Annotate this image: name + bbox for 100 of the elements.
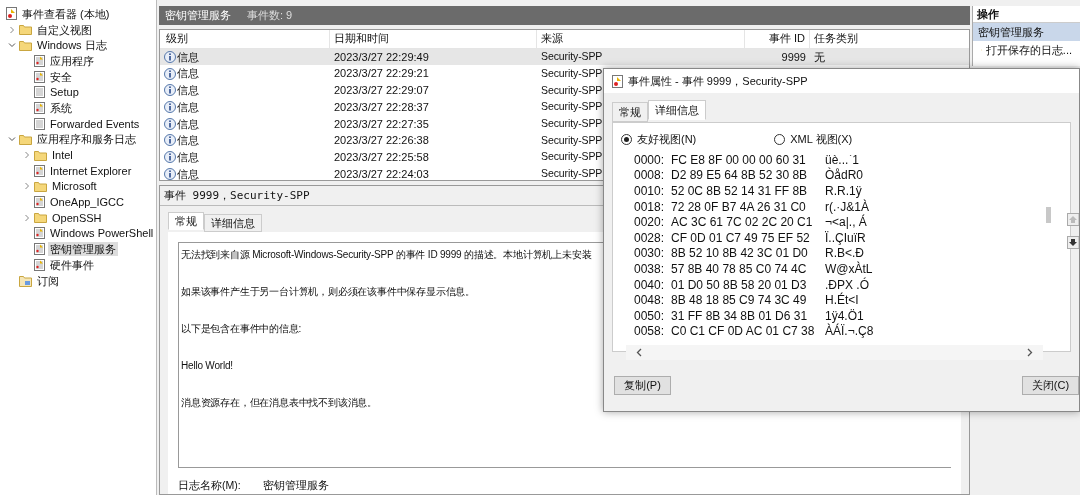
dialog-button[interactable]: 关闭(C) bbox=[1022, 376, 1079, 395]
level-text: 信息 bbox=[177, 133, 199, 149]
tree-item[interactable]: 订阅 bbox=[35, 273, 61, 288]
hex-offset: 0000: bbox=[634, 155, 666, 169]
log-name-label: 日志名称(M): bbox=[178, 478, 242, 494]
event-id-cell-text: 9999 bbox=[780, 49, 807, 65]
log-title: 密钥管理服务 bbox=[165, 8, 231, 24]
hex-bytes: D2 89 E5 64 8B 52 30 8B bbox=[671, 167, 809, 185]
dialog-button[interactable]: 复制(P) bbox=[614, 376, 671, 395]
scroll-right-icon[interactable] bbox=[1027, 348, 1033, 357]
description-text: Hello World! bbox=[181, 359, 233, 374]
source-cell: Security-SPP bbox=[541, 99, 603, 115]
date-cell-text: 2023/3/27 22:26:38 bbox=[333, 133, 430, 149]
chevron-right-icon[interactable] bbox=[23, 213, 31, 222]
tree-item[interactable]: Windows PowerShell bbox=[48, 226, 156, 241]
tree-item[interactable]: Setup bbox=[48, 85, 81, 100]
date-cell-text: 2023/3/27 22:29:49 bbox=[333, 49, 430, 65]
hex-bytes: 8B 52 10 8B 42 3C 01 D0 bbox=[671, 245, 809, 263]
tree-item[interactable]: Microsoft bbox=[50, 179, 99, 194]
log-icon bbox=[34, 70, 45, 83]
hex-offset: 0010: bbox=[634, 183, 666, 200]
info-icon bbox=[164, 134, 176, 147]
subscription-icon bbox=[19, 274, 32, 287]
action-item[interactable]: 打开保存的日志... bbox=[973, 41, 1080, 59]
view-radio[interactable]: 友好视图(N) bbox=[621, 130, 697, 148]
hex-ascii: R.B<.Ð bbox=[825, 245, 864, 261]
horizontal-scrollbar[interactable] bbox=[626, 345, 1043, 360]
chevron-right-icon[interactable] bbox=[23, 182, 31, 191]
hex-ascii: üè...`1 bbox=[825, 155, 860, 167]
tree-item[interactable]: 系统 bbox=[48, 100, 74, 115]
hex-ascii: H.Ét<I bbox=[825, 291, 859, 309]
event-viewer-icon bbox=[612, 74, 623, 88]
date-cell-text: 2023/3/27 22:28:37 bbox=[333, 99, 430, 115]
level-text: 信息 bbox=[177, 83, 199, 99]
tab[interactable]: 详细信息 bbox=[204, 214, 262, 233]
column-header[interactable]: 事件 ID bbox=[745, 29, 810, 48]
actions-section[interactable]: 密钥管理服务 bbox=[973, 23, 1080, 41]
scroll-left-icon[interactable] bbox=[636, 348, 642, 357]
task-cell-text: 无 bbox=[813, 49, 826, 65]
log-icon bbox=[34, 54, 45, 67]
tree-item[interactable]: 硬件事件 bbox=[48, 257, 96, 272]
tree-item[interactable]: Internet Explorer bbox=[48, 163, 134, 178]
tree-item[interactable]: Intel bbox=[50, 148, 75, 163]
log-icon bbox=[34, 164, 45, 177]
tree-item[interactable]: 自定义视图 bbox=[35, 22, 94, 37]
description-text: 无法找到来自源 Microsoft-Windows-Security-SPP 的事件 ID 9999 的描述。本地计算机上未安装 bbox=[181, 248, 592, 263]
tree-item[interactable]: 应用程序和服务日志 bbox=[35, 132, 138, 147]
hex-ascii: ¬<a|., Á bbox=[825, 214, 867, 231]
hex-ascii: Ï..ÇIuïR bbox=[825, 229, 866, 247]
chevron-down-icon[interactable] bbox=[8, 41, 16, 50]
hex-offset: 0038: bbox=[634, 260, 666, 278]
tree-item[interactable]: 安全 bbox=[48, 69, 74, 84]
tree-item[interactable]: 密钥管理服务 bbox=[48, 242, 118, 257]
column-header[interactable]: 任务类别 bbox=[810, 29, 890, 48]
hex-bytes: 52 0C 8B 52 14 31 FF 8B bbox=[671, 183, 809, 200]
column-header[interactable]: 级别 bbox=[160, 29, 330, 48]
tab[interactable]: 常规 bbox=[612, 102, 648, 122]
hex-ascii: W@xÀtL bbox=[825, 260, 873, 277]
hex-bytes: AC 3C 61 7C 02 2C 20 C1 bbox=[671, 214, 814, 232]
tree-item[interactable]: Windows 日志 bbox=[35, 38, 109, 53]
description-text: 如果该事件产生于另一台计算机，则必须在该事件中保存显示信息。 bbox=[181, 285, 475, 300]
tree-item[interactable]: 应用程序 bbox=[48, 53, 96, 68]
hex-offset: 0048: bbox=[634, 292, 666, 310]
log-icon bbox=[34, 86, 45, 99]
view-radio[interactable]: XML 视图(X) bbox=[774, 130, 853, 148]
hex-offset: 0008: bbox=[634, 167, 666, 185]
column-header[interactable]: 来源 bbox=[537, 29, 745, 48]
chevron-right-icon[interactable] bbox=[23, 151, 31, 160]
info-icon bbox=[164, 67, 176, 80]
tab[interactable]: 详细信息 bbox=[648, 100, 706, 120]
info-icon bbox=[164, 167, 176, 180]
event-count: 事件数: 9 bbox=[247, 8, 293, 24]
source-cell-text: Security-SPP bbox=[541, 115, 603, 131]
tab[interactable]: 常规 bbox=[168, 212, 204, 231]
chevron-down-icon[interactable] bbox=[8, 135, 16, 144]
date-cell-text: 2023/3/27 22:29:21 bbox=[333, 66, 430, 82]
level-text: 信息 bbox=[177, 49, 199, 65]
tree-item[interactable]: OneApp_IGCC bbox=[48, 195, 126, 210]
info-icon bbox=[164, 151, 176, 164]
hex-ascii: ÒådR0 bbox=[825, 166, 864, 185]
next-event-icon[interactable] bbox=[1067, 236, 1079, 249]
log-icon bbox=[34, 243, 45, 256]
source-cell-text: Security-SPP bbox=[541, 82, 603, 98]
source-cell-text: Security-SPP bbox=[541, 65, 603, 81]
previous-event-icon[interactable] bbox=[1067, 213, 1079, 226]
hex-ascii: R.R.1ÿ bbox=[825, 183, 862, 199]
date-cell-text: 2023/3/27 22:27:35 bbox=[333, 116, 430, 132]
level-text: 信息 bbox=[177, 99, 199, 115]
chevron-right-icon[interactable] bbox=[8, 25, 16, 34]
tree-item[interactable]: 事件查看器 (本地) bbox=[20, 6, 112, 21]
description-text: 以下是包含在事件中的信息: bbox=[181, 322, 302, 337]
hex-bytes: 8B 48 18 85 C9 74 3C 49 bbox=[671, 292, 808, 310]
hex-bytes: C0 C1 CF 0D AC 01 C7 38 bbox=[671, 323, 816, 341]
info-icon bbox=[164, 51, 176, 64]
tree-item[interactable]: OpenSSH bbox=[50, 210, 104, 225]
hex-offset: 0020: bbox=[634, 214, 666, 232]
tree-item[interactable]: Forwarded Events bbox=[48, 116, 142, 131]
hex-offset: 0040: bbox=[634, 276, 666, 294]
column-header[interactable]: 日期和时间 bbox=[330, 29, 537, 48]
log-icon bbox=[34, 196, 45, 209]
